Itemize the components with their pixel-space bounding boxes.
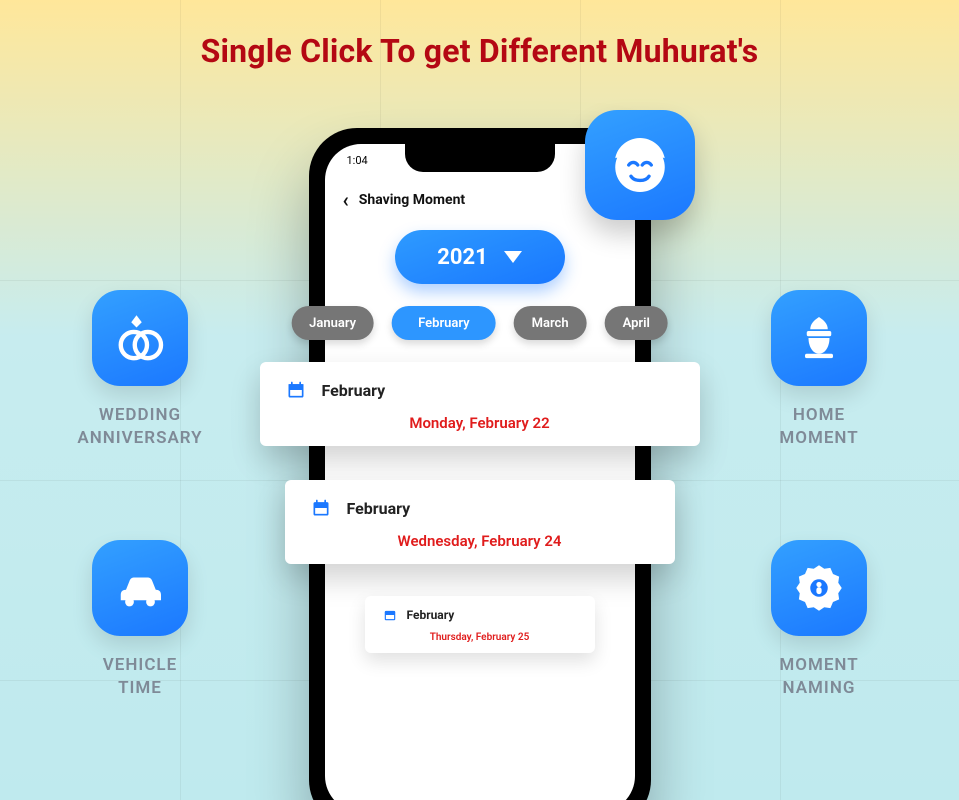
card-month: February <box>347 499 411 518</box>
phone-notch <box>405 144 555 172</box>
card-month: February <box>407 608 455 622</box>
card-date: Monday, February 22 <box>286 414 674 432</box>
month-tab-april[interactable]: April <box>605 306 668 340</box>
screen-title: Shaving Moment <box>359 192 465 208</box>
phone-frame: 1:04 ‹ Shaving Moment 2021 <box>309 128 651 800</box>
car-icon <box>92 540 188 636</box>
promo-stage: { "headline": "Single Click To get Diffe… <box>0 0 959 800</box>
year-selector[interactable]: 2021 <box>395 230 565 284</box>
muhurat-card[interactable]: February Monday, February 22 <box>260 362 700 446</box>
back-icon[interactable]: ‹ <box>343 188 349 212</box>
card-month: February <box>322 381 386 400</box>
muhurat-card[interactable]: February Wednesday, February 24 <box>285 480 675 564</box>
calendar-icon <box>286 380 306 400</box>
month-tab-january[interactable]: January <box>291 306 374 340</box>
feature-label: WEDDING ANNIVERSARY <box>77 404 202 450</box>
page-title: Single Click To get Different Muhurat's <box>0 32 959 70</box>
feature-wedding[interactable]: WEDDING ANNIVERSARY <box>60 290 220 450</box>
chevron-down-icon <box>504 251 522 263</box>
card-date: Thursday, February 25 <box>383 632 577 643</box>
feature-label: HOME MOMENT <box>779 404 858 450</box>
badge-icon <box>771 540 867 636</box>
feature-label: MOMENT NAMING <box>779 654 858 700</box>
rings-icon <box>92 290 188 386</box>
category-shaving[interactable] <box>585 110 695 220</box>
feature-label: VEHICLE TIME <box>103 654 177 700</box>
month-tab-february[interactable]: February <box>392 306 496 340</box>
phone-screen: 1:04 ‹ Shaving Moment 2021 <box>325 144 635 800</box>
year-value: 2021 <box>437 245 488 270</box>
kalash-icon <box>771 290 867 386</box>
calendar-icon <box>383 608 397 622</box>
status-time: 1:04 <box>347 154 368 167</box>
calendar-icon <box>311 498 331 518</box>
baby-face-icon <box>604 129 676 201</box>
card-date: Wednesday, February 24 <box>311 532 649 550</box>
feature-naming[interactable]: MOMENT NAMING <box>739 540 899 700</box>
feature-home[interactable]: HOME MOMENT <box>739 290 899 450</box>
feature-vehicle[interactable]: VEHICLE TIME <box>60 540 220 700</box>
month-tabs: January February March April <box>291 306 668 340</box>
month-tab-march[interactable]: March <box>514 306 587 340</box>
muhurat-card[interactable]: February Thursday, February 25 <box>365 596 595 653</box>
